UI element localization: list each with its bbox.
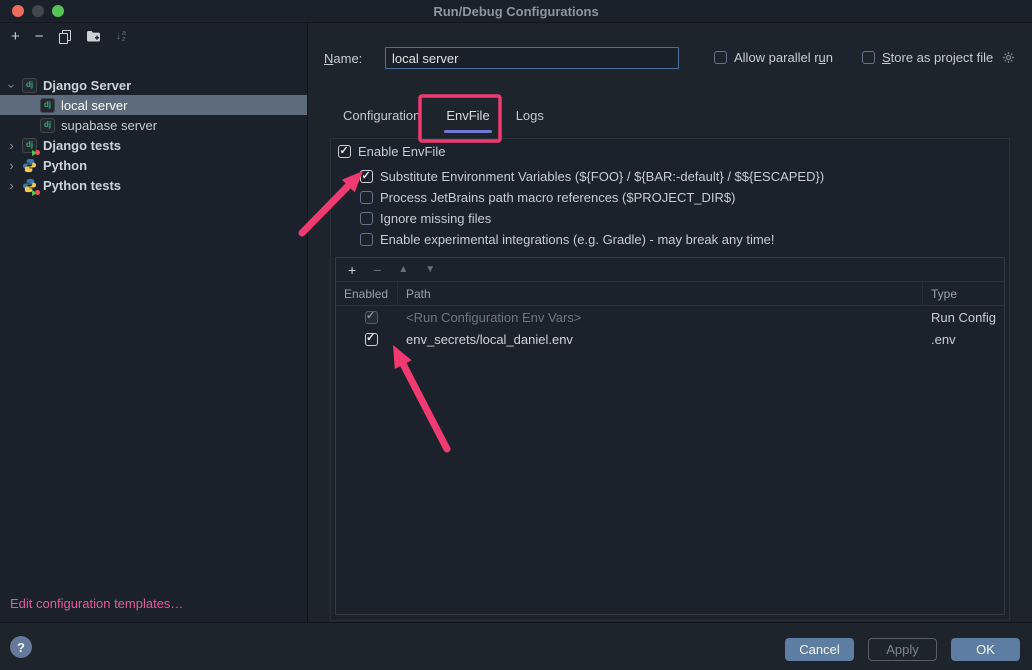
table-header: Enabled Path Type bbox=[336, 282, 1004, 306]
substitute-env-vars-checkbox[interactable]: Substitute Environment Variables (${FOO}… bbox=[360, 169, 824, 184]
configurations-tree: › dj Django Server dj local server dj su… bbox=[0, 75, 307, 195]
name-label: Name: bbox=[324, 51, 362, 66]
table-row-env-secrets[interactable]: env_secrets/local_daniel.env .env bbox=[336, 328, 1004, 350]
checkbox-checked-disabled bbox=[365, 311, 378, 324]
env-files-table: + − ▲ ▼ Enabled Path Type <Run Configura… bbox=[335, 257, 1005, 615]
tree-item-label: Django tests bbox=[43, 138, 121, 153]
table-toolbar: + − ▲ ▼ bbox=[336, 258, 1004, 282]
run-debug-configurations-dialog: Run/Debug Configurations + − ↓ az › dj D bbox=[0, 0, 1032, 670]
apply-button[interactable]: Apply bbox=[868, 638, 937, 661]
checkbox-checked[interactable] bbox=[338, 145, 351, 158]
remove-configuration-icon[interactable]: − bbox=[35, 29, 44, 44]
checkbox-unchecked[interactable] bbox=[714, 51, 727, 64]
checkbox-checked[interactable] bbox=[360, 170, 373, 183]
allow-parallel-run-checkbox[interactable]: Allow parallel run bbox=[714, 50, 833, 65]
chevron-collapsed-icon[interactable]: › bbox=[7, 159, 16, 172]
add-env-file-icon[interactable]: + bbox=[348, 263, 356, 277]
move-up-icon[interactable]: ▲ bbox=[398, 265, 408, 275]
envfile-tab-panel: Enable EnvFile Substitute Environment Va… bbox=[330, 138, 1010, 621]
name-input[interactable] bbox=[385, 47, 679, 69]
dialog-footer: ? Cancel Apply OK bbox=[0, 622, 1032, 670]
tests-overlay-icon bbox=[32, 190, 40, 196]
tree-item-supabase-server[interactable]: dj supabase server bbox=[0, 115, 307, 135]
tree-item-local-server[interactable]: dj local server bbox=[0, 95, 307, 115]
gear-icon[interactable] bbox=[1002, 51, 1015, 64]
new-folder-icon[interactable] bbox=[86, 30, 101, 43]
option-label: Ignore missing files bbox=[380, 211, 491, 226]
allow-parallel-run-label: Allow parallel run bbox=[734, 50, 833, 65]
django-icon: dj bbox=[40, 98, 55, 113]
help-button[interactable]: ? bbox=[10, 636, 32, 658]
close-window-button[interactable] bbox=[12, 5, 24, 17]
move-down-icon[interactable]: ▼ bbox=[425, 265, 435, 275]
tree-item-django-tests[interactable]: › dj Django tests bbox=[0, 135, 307, 155]
tree-item-label: Django Server bbox=[43, 78, 131, 93]
sort-letters: az bbox=[122, 31, 126, 43]
env-row-path: <Run Configuration Env Vars> bbox=[398, 306, 923, 328]
add-configuration-icon[interactable]: + bbox=[11, 29, 20, 44]
copy-icon bbox=[59, 30, 71, 43]
tree-item-label: Python tests bbox=[43, 178, 121, 193]
tab-configuration[interactable]: Configuration bbox=[330, 104, 433, 133]
checkbox-unchecked[interactable] bbox=[360, 191, 373, 204]
configurations-sidebar: + − ↓ az › dj Django Server dj bbox=[0, 23, 308, 622]
tests-overlay-icon bbox=[32, 150, 40, 156]
env-row-path: env_secrets/local_daniel.env bbox=[398, 328, 923, 350]
checkbox-unchecked[interactable] bbox=[360, 233, 373, 246]
django-tests-icon: dj bbox=[22, 138, 37, 153]
tree-item-label: supabase server bbox=[61, 118, 157, 133]
process-path-macro-checkbox[interactable]: Process JetBrains path macro references … bbox=[360, 190, 735, 205]
env-row-type: Run Config bbox=[923, 306, 1004, 328]
tree-item-label: Python bbox=[43, 158, 87, 173]
option-label: Process JetBrains path macro references … bbox=[380, 190, 735, 205]
python-icon bbox=[22, 158, 37, 173]
dialog-buttons: Cancel Apply OK bbox=[785, 638, 1020, 661]
copy-configuration-icon[interactable] bbox=[59, 30, 71, 43]
env-row-type: .env bbox=[923, 328, 1004, 350]
table-row-run-config-env-vars[interactable]: <Run Configuration Env Vars> Run Config bbox=[336, 306, 1004, 328]
django-icon: dj bbox=[40, 118, 55, 133]
titlebar: Run/Debug Configurations bbox=[0, 0, 1032, 23]
ignore-missing-files-checkbox[interactable]: Ignore missing files bbox=[360, 211, 491, 226]
option-label: Enable EnvFile bbox=[358, 144, 445, 159]
cancel-button[interactable]: Cancel bbox=[785, 638, 854, 661]
remove-env-file-icon[interactable]: − bbox=[373, 263, 381, 277]
chevron-collapsed-icon[interactable]: › bbox=[7, 179, 16, 192]
option-label: Enable experimental integrations (e.g. G… bbox=[380, 232, 775, 247]
checkbox-unchecked[interactable] bbox=[862, 51, 875, 64]
python-tests-icon bbox=[22, 178, 37, 193]
folder-plus-icon bbox=[86, 30, 101, 43]
sort-alphabetically-icon[interactable]: ↓ az bbox=[116, 31, 126, 43]
configuration-editor: Name: Allow parallel run Store as projec… bbox=[308, 23, 1032, 622]
sort-arrow: ↓ bbox=[116, 31, 122, 42]
store-as-project-file-checkbox[interactable]: Store as project file bbox=[862, 50, 1015, 65]
column-header-type[interactable]: Type bbox=[923, 282, 1004, 305]
minimize-window-button bbox=[32, 5, 44, 17]
tab-logs[interactable]: Logs bbox=[503, 104, 557, 133]
zoom-window-button[interactable] bbox=[52, 5, 64, 17]
enable-envfile-checkbox[interactable]: Enable EnvFile bbox=[338, 144, 445, 159]
column-header-path[interactable]: Path bbox=[398, 282, 923, 305]
edit-configuration-templates-link[interactable]: Edit configuration templates… bbox=[10, 596, 183, 611]
option-label: Substitute Environment Variables (${FOO}… bbox=[380, 169, 824, 184]
store-as-project-file-label: Store as project file bbox=[882, 50, 993, 65]
tree-item-python[interactable]: › Python bbox=[0, 155, 307, 175]
window-title: Run/Debug Configurations bbox=[433, 4, 598, 19]
checkbox-checked[interactable] bbox=[365, 333, 378, 346]
checkbox-unchecked[interactable] bbox=[360, 212, 373, 225]
tab-envfile[interactable]: EnvFile bbox=[433, 104, 502, 133]
django-icon: dj bbox=[22, 78, 37, 93]
tree-item-django-server[interactable]: › dj Django Server bbox=[0, 75, 307, 95]
ok-button[interactable]: OK bbox=[951, 638, 1020, 661]
chevron-collapsed-icon[interactable]: › bbox=[7, 139, 16, 152]
experimental-integrations-checkbox[interactable]: Enable experimental integrations (e.g. G… bbox=[360, 232, 775, 247]
chevron-expanded-icon[interactable]: › bbox=[6, 81, 19, 90]
configuration-tabs: Configuration EnvFile Logs bbox=[330, 104, 557, 133]
column-header-enabled[interactable]: Enabled bbox=[336, 282, 398, 305]
window-controls bbox=[12, 5, 64, 17]
tree-item-label: local server bbox=[61, 98, 127, 113]
sidebar-toolbar: + − ↓ az bbox=[0, 23, 307, 50]
tree-item-python-tests[interactable]: › Python tests bbox=[0, 175, 307, 195]
